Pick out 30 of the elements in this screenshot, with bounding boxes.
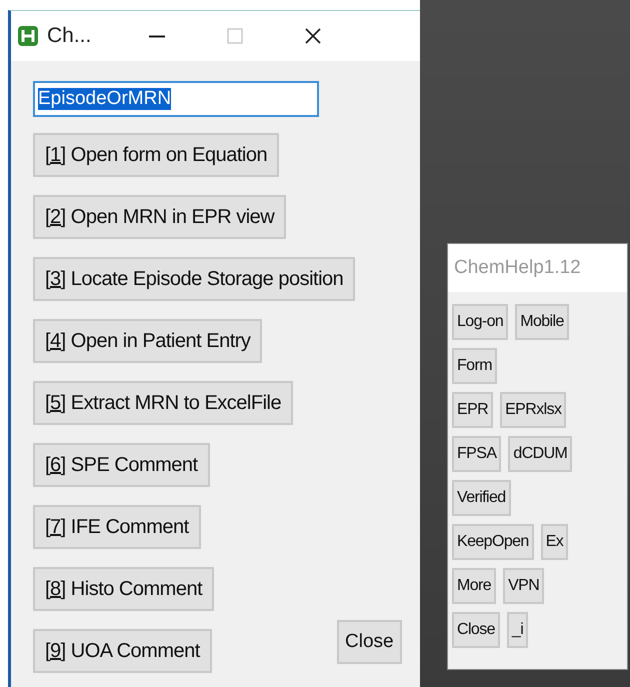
panel-button[interactable]: _i bbox=[506, 612, 528, 648]
panel-button[interactable]: EPR bbox=[452, 392, 494, 428]
close-button[interactable]: Close bbox=[337, 620, 402, 664]
panel-button[interactable]: Mobile bbox=[515, 304, 569, 340]
close-icon[interactable] bbox=[303, 26, 323, 46]
action-button[interactable]: [5] Extract MRN to ExcelFile bbox=[33, 381, 294, 425]
minimize-button[interactable] bbox=[147, 34, 167, 38]
episode-input-field[interactable]: EpisodeOrMRN bbox=[33, 81, 319, 117]
app-icon bbox=[17, 25, 39, 47]
panel-button[interactable]: FPSA bbox=[452, 436, 502, 472]
panel-button[interactable]: Form bbox=[452, 348, 497, 384]
action-button[interactable]: [6] SPE Comment bbox=[33, 443, 210, 487]
panel-button[interactable]: VPN bbox=[503, 568, 544, 604]
panel-button[interactable]: KeepOpen bbox=[452, 524, 534, 560]
panel-title: ChemHelp1.12 bbox=[448, 244, 627, 292]
action-button[interactable]: [2] Open MRN in EPR view bbox=[33, 195, 286, 239]
action-button[interactable]: [3] Locate Episode Storage position bbox=[33, 257, 356, 301]
action-button[interactable]: [9] UOA Comment bbox=[33, 629, 212, 673]
action-button[interactable]: [4] Open in Patient Entry bbox=[33, 319, 262, 363]
panel-button[interactable]: Verified bbox=[452, 480, 511, 516]
window-title: Ch... bbox=[47, 24, 92, 48]
panel-button[interactable]: dCDUM bbox=[508, 436, 572, 472]
panel-button[interactable]: EPRxlsx bbox=[500, 392, 566, 428]
panel-button[interactable]: Close bbox=[452, 612, 500, 648]
panel-button[interactable]: More bbox=[452, 568, 496, 604]
action-button[interactable]: [1] Open form on Equation bbox=[33, 133, 280, 177]
action-button[interactable]: [8] Histo Comment bbox=[33, 567, 214, 611]
panel-button[interactable]: Ex bbox=[540, 524, 568, 560]
panel-button[interactable]: Log-on bbox=[452, 304, 508, 340]
action-button[interactable]: [7] IFE Comment bbox=[33, 505, 201, 549]
